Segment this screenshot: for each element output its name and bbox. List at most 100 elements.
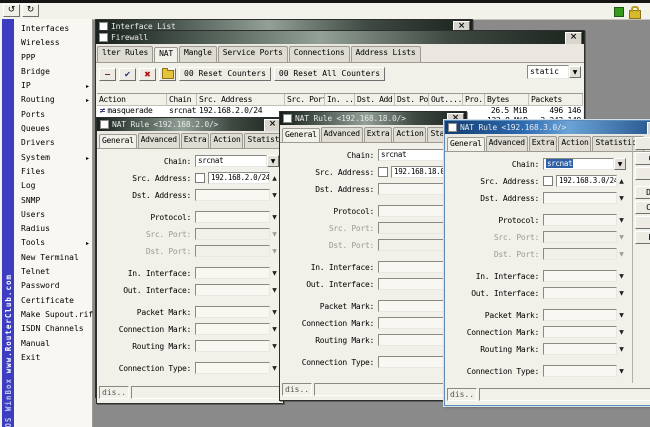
tab-statistics[interactable]: Statistics xyxy=(244,133,283,148)
combo-field[interactable] xyxy=(378,205,453,217)
sidebar-item-files[interactable]: Files xyxy=(14,165,92,179)
src-address-checkbox[interactable] xyxy=(195,173,205,183)
combo-field[interactable] xyxy=(195,323,270,335)
dropdown-arrow-icon[interactable]: ▼ xyxy=(617,273,626,280)
comment-button[interactable]: Comment xyxy=(635,201,650,214)
column-header-bytes[interactable]: Bytes xyxy=(485,94,529,105)
comment-button[interactable] xyxy=(159,68,176,81)
column-header-pro[interactable]: Pro... xyxy=(463,94,485,105)
dropdown-arrow-icon[interactable]: ▼ xyxy=(617,195,626,202)
combo-field[interactable] xyxy=(378,278,453,290)
column-header-dst-add[interactable]: Dst. Add... xyxy=(355,94,395,105)
tab-extra[interactable]: Extra xyxy=(529,136,558,151)
dropdown-arrow-icon[interactable]: ▼ xyxy=(267,155,279,167)
combo-field[interactable] xyxy=(378,300,453,312)
combo-field[interactable] xyxy=(195,340,270,352)
reset-all-counters-button[interactable]: 00 Reset All Counters xyxy=(274,67,385,81)
redo-button[interactable]: ↻ xyxy=(22,4,39,17)
tab-mangle[interactable]: Mangle xyxy=(179,46,217,62)
sidebar-item-exit[interactable]: Exit xyxy=(14,351,92,365)
close-icon[interactable]: × xyxy=(565,32,582,44)
combo-field[interactable] xyxy=(195,189,270,201)
dropdown-arrow-icon[interactable]: ▼ xyxy=(617,217,626,224)
tab-advanced[interactable]: Advanced xyxy=(321,127,363,142)
disable-rule-button[interactable]: ✖ xyxy=(139,68,156,81)
sidebar-item-snmp[interactable]: SNMP xyxy=(14,194,92,208)
combo-field[interactable] xyxy=(195,267,270,279)
enable-rule-button[interactable]: ✔ xyxy=(119,68,136,81)
sidebar-item-users[interactable]: Users xyxy=(14,208,92,222)
dropdown-arrow-icon[interactable]: ▼ xyxy=(614,158,626,170)
combo-field[interactable] xyxy=(195,306,270,318)
window-titlebar[interactable]: Firewall × xyxy=(96,31,584,44)
combo-field[interactable] xyxy=(543,287,617,299)
tab-extra[interactable]: Extra xyxy=(364,127,393,142)
disable-button[interactable]: Disable xyxy=(635,186,650,199)
window-titlebar[interactable]: NAT Rule <192.168.3.0/>× xyxy=(445,121,650,134)
combo-field[interactable] xyxy=(195,362,270,374)
chain-combo-field[interactable]: srcnat xyxy=(378,149,450,161)
dropdown-arrow-icon[interactable]: ▼ xyxy=(617,346,626,353)
column-header-out[interactable]: Out.... xyxy=(429,94,463,105)
tab-advanced[interactable]: Advanced xyxy=(486,136,528,151)
sidebar-item-bridge[interactable]: Bridge xyxy=(14,65,92,79)
sidebar-item-make-supout-rif[interactable]: Make Supout.rif xyxy=(14,308,92,322)
sidebar-item-certificate[interactable]: Certificate xyxy=(14,294,92,308)
src-address-input[interactable]: 192.168.2.0/24 xyxy=(208,172,270,184)
column-header-in[interactable]: In. ... xyxy=(325,94,355,105)
dropdown-arrow-icon[interactable]: ▼ xyxy=(617,312,626,319)
src-address-checkbox[interactable] xyxy=(378,167,388,177)
sidebar-item-interfaces[interactable]: Interfaces xyxy=(14,22,92,36)
combo-field[interactable] xyxy=(378,334,453,346)
tab-connections[interactable]: Connections xyxy=(289,46,350,62)
column-header-packets[interactable]: Packets xyxy=(529,94,583,105)
column-header-src-address[interactable]: Src. Address xyxy=(197,94,285,105)
remove-rule-button[interactable]: − xyxy=(99,68,116,81)
sidebar-item-new-terminal[interactable]: New Terminal xyxy=(14,251,92,265)
sidebar-item-wireless[interactable]: Wireless xyxy=(14,36,92,50)
combo-field[interactable] xyxy=(378,356,453,368)
dropdown-arrow-icon[interactable]: ▼ xyxy=(270,214,279,221)
sidebar-item-radius[interactable]: Radius xyxy=(14,222,92,236)
rule-mode-select[interactable]: static ▼ xyxy=(527,65,581,79)
sidebar-item-password[interactable]: Password xyxy=(14,279,92,293)
sidebar-item-telnet[interactable]: Telnet xyxy=(14,265,92,279)
dropdown-arrow-icon[interactable]: ▼ xyxy=(569,66,581,78)
window-titlebar[interactable]: NAT Rule <192.168.18.0/>× xyxy=(280,112,466,125)
up-arrow-icon[interactable]: ▲ xyxy=(270,175,279,182)
tab-general[interactable]: General xyxy=(282,128,320,143)
sidebar-item-ppp[interactable]: PPP xyxy=(14,51,92,65)
column-header-dst-port[interactable]: Dst. Port xyxy=(395,94,429,105)
combo-field[interactable] xyxy=(543,214,617,226)
dropdown-arrow-icon[interactable]: ▼ xyxy=(270,365,279,372)
sidebar-item-tools[interactable]: Tools▸ xyxy=(14,236,92,250)
apply-button[interactable]: Apply xyxy=(635,167,650,180)
src-address-input[interactable]: 192.168.3.0/24 xyxy=(556,175,617,187)
tab-advanced[interactable]: Advanced xyxy=(138,133,180,148)
dropdown-arrow-icon[interactable]: ▼ xyxy=(270,343,279,350)
combo-field[interactable] xyxy=(543,192,617,204)
combo-field[interactable] xyxy=(378,261,453,273)
tab-action[interactable]: Action xyxy=(210,133,243,148)
sidebar-item-ip[interactable]: IP▸ xyxy=(14,79,92,93)
up-arrow-icon[interactable]: ▲ xyxy=(617,178,626,185)
tab-filter-rules[interactable]: lter Rules xyxy=(97,46,153,62)
tab-action[interactable]: Action xyxy=(393,127,426,142)
chain-combo-field[interactable]: srcnat xyxy=(195,155,267,167)
sidebar-item-system[interactable]: System▸ xyxy=(14,151,92,165)
combo-field[interactable] xyxy=(543,326,617,338)
dropdown-arrow-icon[interactable]: ▼ xyxy=(270,192,279,199)
combo-field[interactable] xyxy=(543,309,617,321)
sidebar-item-queues[interactable]: Queues xyxy=(14,122,92,136)
window-titlebar[interactable]: NAT Rule <192.168.2.0/>× xyxy=(97,118,283,131)
reset-counters-button[interactable]: 00 Reset Counters xyxy=(179,67,271,81)
tab-extra[interactable]: Extra xyxy=(181,133,210,148)
sidebar-item-log[interactable]: Log xyxy=(14,179,92,193)
column-header-action[interactable]: Action xyxy=(97,94,167,105)
dropdown-arrow-icon[interactable]: ▼ xyxy=(617,290,626,297)
tab-action[interactable]: Action xyxy=(558,136,591,151)
chain-combo-field[interactable]: srcnat xyxy=(543,158,614,170)
tab-address-lists[interactable]: Address Lists xyxy=(351,46,421,62)
combo-field[interactable] xyxy=(543,365,617,377)
ok-button[interactable]: OK xyxy=(635,137,650,150)
